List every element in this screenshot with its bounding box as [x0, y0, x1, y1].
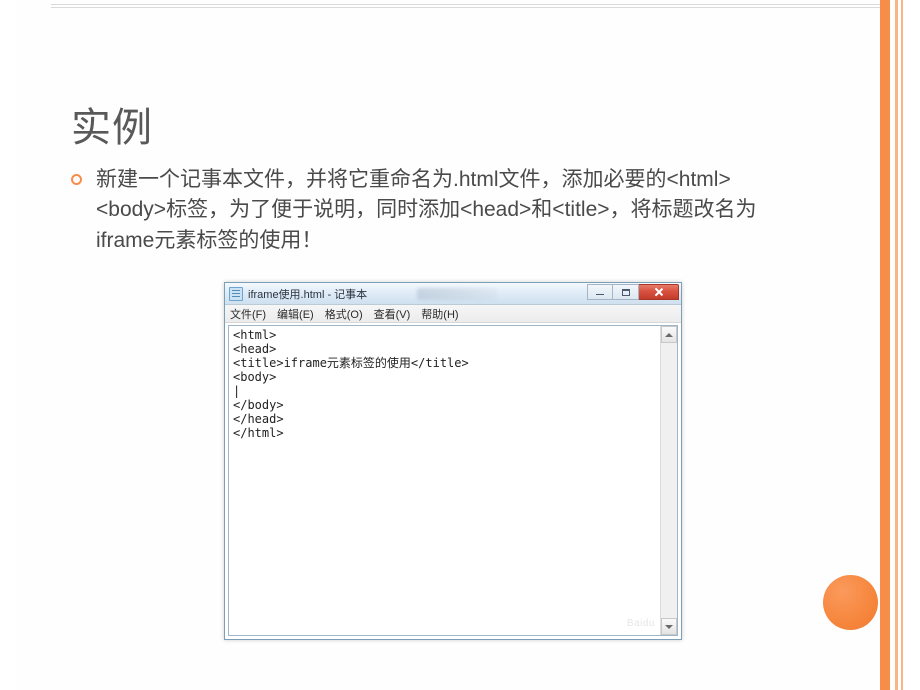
bullet-marker-icon — [71, 174, 82, 185]
notepad-text-content[interactable]: <html> <head> <title>iframe元素标签的使用</titl… — [229, 326, 660, 635]
menu-format[interactable]: 格式(O) — [325, 306, 363, 322]
notepad-menubar: 文件(F) 编辑(E) 格式(O) 查看(V) 帮助(H) — [225, 305, 681, 323]
border-stripe — [880, 0, 890, 690]
window-control-buttons — [587, 284, 679, 300]
minimize-icon — [596, 294, 604, 296]
vertical-scrollbar[interactable] — [660, 326, 677, 635]
decorative-circle — [823, 575, 878, 630]
slide-content: 实例 新建一个记事本文件，并将它重命名为.html文件，添加必要的<html><… — [16, 0, 880, 690]
minimize-button[interactable] — [587, 284, 613, 300]
arrow-down-icon — [665, 625, 673, 629]
watermark-text: Baidu — [627, 618, 655, 629]
top-divider — [51, 4, 880, 8]
menu-help[interactable]: 帮助(H) — [421, 306, 458, 322]
notepad-titlebar: iframe使用.html - 记事本 — [225, 283, 681, 305]
titlebar-blur — [417, 288, 497, 300]
right-decorative-border — [880, 0, 920, 690]
notepad-title-text: iframe使用.html - 记事本 — [248, 286, 367, 302]
maximize-icon — [622, 289, 630, 296]
close-icon — [654, 287, 664, 297]
arrow-up-icon — [665, 333, 673, 337]
menu-file[interactable]: 文件(F) — [230, 306, 266, 322]
scroll-up-button[interactable] — [661, 326, 677, 343]
slide-title: 实例 — [71, 95, 153, 153]
border-stripe — [901, 0, 903, 690]
maximize-button[interactable] — [613, 284, 639, 300]
close-button[interactable] — [639, 284, 679, 300]
menu-view[interactable]: 查看(V) — [374, 306, 411, 322]
notepad-window: iframe使用.html - 记事本 文件(F) 编辑(E) 格式(O) 查看… — [224, 282, 682, 640]
notepad-body: <html> <head> <title>iframe元素标签的使用</titl… — [228, 325, 678, 636]
notepad-app-icon — [229, 287, 243, 301]
bullet-item: 新建一个记事本文件，并将它重命名为.html文件，添加必要的<html><bod… — [71, 165, 790, 256]
bullet-list: 新建一个记事本文件，并将它重命名为.html文件，添加必要的<html><bod… — [71, 165, 790, 256]
menu-edit[interactable]: 编辑(E) — [277, 306, 314, 322]
scroll-down-button[interactable] — [661, 618, 677, 635]
bullet-text: 新建一个记事本文件，并将它重命名为.html文件，添加必要的<html><bod… — [96, 165, 790, 256]
